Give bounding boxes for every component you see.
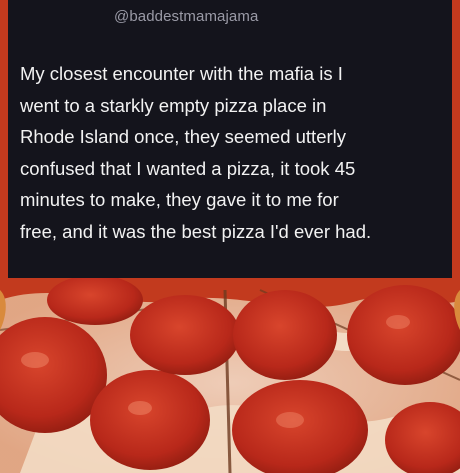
tweet-card: @baddestmamajama My closest encounter wi…	[8, 0, 452, 278]
tweet-line: free, and it was the best pizza I'd ever…	[20, 220, 372, 242]
tweet-line: minutes to make, they gave it to me for	[20, 189, 339, 210]
tweet-line: Rhode Island once, they seemed utterly	[20, 126, 346, 147]
tweet-body: My closest encounter with the mafia is I…	[20, 58, 444, 247]
tweet-line: went to a starkly empty pizza place in	[20, 94, 327, 116]
tweet-handle[interactable]: @baddestmamajama	[114, 8, 258, 25]
tweet-line: My closest encounter with the mafia is I	[20, 63, 343, 84]
tweet-line: confused that I wanted a pizza, it took …	[20, 157, 356, 179]
